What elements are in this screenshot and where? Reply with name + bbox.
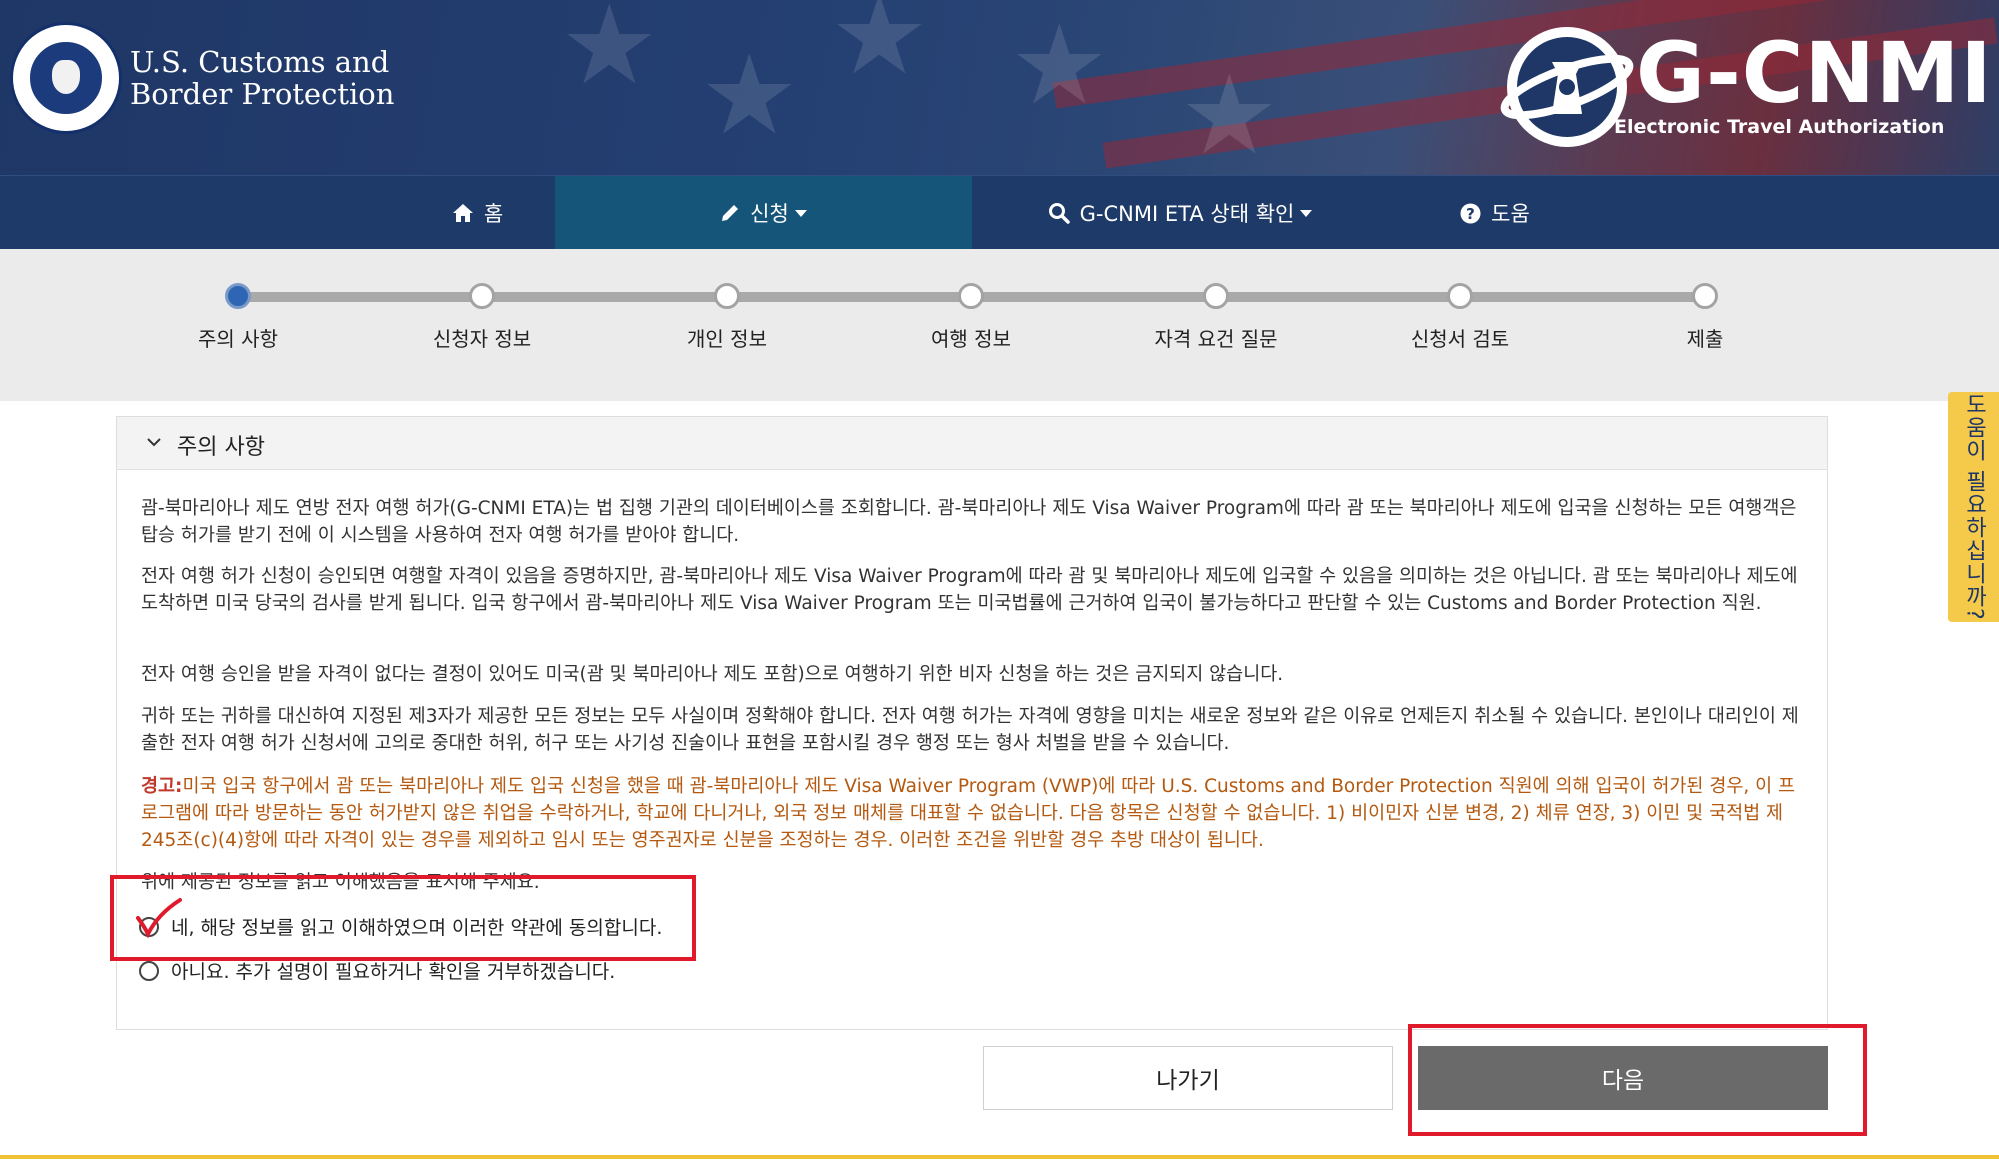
step-dot [469,283,495,309]
notice-paragraph: 전자 여행 승인을 받을 자격이 없다는 결정이 있어도 미국(괌 및 북마리아… [141,664,1284,685]
nav-check-status[interactable]: G-CNMI ETA 상태 확인 [1020,176,1340,250]
step-label-eligibility: 자격 요건 질문 [1154,327,1278,351]
nav-apply[interactable]: 신청 [555,176,972,250]
step-dot-current [225,283,251,309]
flag-star: ★ [1010,1,1109,129]
nav-help-label: 도움 [1491,202,1530,226]
nav-help[interactable]: ? 도움 [1440,176,1550,250]
step-dot [958,283,984,309]
agency-name: U.S. Customs and Border Protection [130,46,394,110]
help-tab[interactable]: 도움이 필요하십니까? [1948,392,1999,622]
flag-star: ★ [1180,51,1279,175]
acknowledge-prompt: 위에 제공된 정보를 읽고 이해했음을 표시해 주세요. [141,872,540,893]
home-icon [452,204,473,222]
nav-home-label: 홈 [483,202,504,226]
brand-subtitle: Electronic Travel Authorization [1614,116,1945,138]
notice-paragraph: 귀하 또는 귀하를 대신하여 지정된 제3자가 제공한 모든 정보는 모두 사실… [141,706,1799,754]
help-tab-label: 도움이 필요하십니까? [1961,393,1987,621]
search-icon [1048,203,1070,224]
agree-radio[interactable] [139,916,159,937]
step-label-submit: 제출 [1686,327,1724,351]
flag-star: ★ [830,0,929,99]
chevron-down-icon [1300,209,1313,217]
next-button[interactable]: 다음 [1418,1046,1828,1110]
footer-accent-line [0,1155,1999,1159]
agree-option-label: 네, 해당 정보를 읽고 이해하였으며 이러한 약관에 동의합니다. [171,917,663,939]
nav-apply-label: 신청 [750,202,789,226]
notice-panel-header[interactable]: 주의 사항 [117,417,1827,470]
pencil-icon [722,205,739,221]
step-label-applicant: 신청자 정보 [432,327,532,351]
svg-text:?: ? [1466,205,1475,223]
notice-section-title: 주의 사항 [177,435,265,460]
notice-paragraph: 전자 여행 허가 신청이 승인되면 여행할 자격이 있음을 증명하지만, 괌-북… [141,566,1798,614]
notice-panel: 주의 사항 괌-북마리아나 제도 연방 전자 여행 허가(G-CNMI ETA)… [116,416,1828,1030]
warning-paragraph: 경고:미국 입국 항구에서 괌 또는 북마리아나 제도 입국 신청을 했을 때 … [141,773,1801,854]
brand-name: G-CNMI [1636,24,1993,122]
decline-option[interactable]: 아니요. 추가 설명이 필요하거나 확인을 거부하겠습니다. [139,957,615,984]
flag-star: ★ [560,0,659,109]
decline-option-label: 아니요. 추가 설명이 필요하거나 확인을 거부하겠습니다. [171,961,616,983]
agency-name-line2: Border Protection [130,77,395,111]
exit-button[interactable]: 나가기 [983,1046,1393,1110]
question-circle-icon: ? [1460,203,1481,223]
step-dot [714,283,740,309]
step-label-travel: 여행 정보 [931,327,1011,351]
notice-paragraph: 괌-북마리아나 제도 연방 전자 여행 허가(G-CNMI ETA)는 법 집행… [141,498,1797,546]
agency-name-line1: U.S. Customs and [130,45,390,79]
warning-text: 미국 입국 항구에서 괌 또는 북마리아나 제도 입국 신청을 했을 때 괌-북… [141,776,1796,851]
nav-home[interactable]: 홈 [400,176,555,250]
site-header: ★ ★ ★ ★ ★ U.S. Customs and Border Protec… [0,0,1999,175]
dhs-seal-logo [10,22,122,134]
progress-tracker: 주의 사항 신청자 정보 개인 정보 여행 정보 자격 요건 질문 신청서 검토… [0,249,1999,401]
step-dot [1203,283,1229,309]
agree-option[interactable]: 네, 해당 정보를 읽고 이해하였으며 이러한 약관에 동의합니다. [139,913,662,940]
nav-check-status-label: G-CNMI ETA 상태 확인 [1079,202,1295,226]
step-dot [1447,283,1473,309]
chevron-down-icon [147,438,161,447]
chevron-down-icon [794,209,807,217]
step-dot [1692,283,1718,309]
warning-label: 경고: [141,776,183,797]
flag-star: ★ [700,31,799,159]
step-label-personal: 개인 정보 [687,327,767,351]
step-label-notice: 주의 사항 [198,327,278,351]
main-nav: 홈 신청 G-CNMI ETA 상태 확인 ? 도움 [0,175,1999,250]
decline-radio[interactable] [139,960,159,981]
step-label-review: 신청서 검토 [1410,327,1510,351]
